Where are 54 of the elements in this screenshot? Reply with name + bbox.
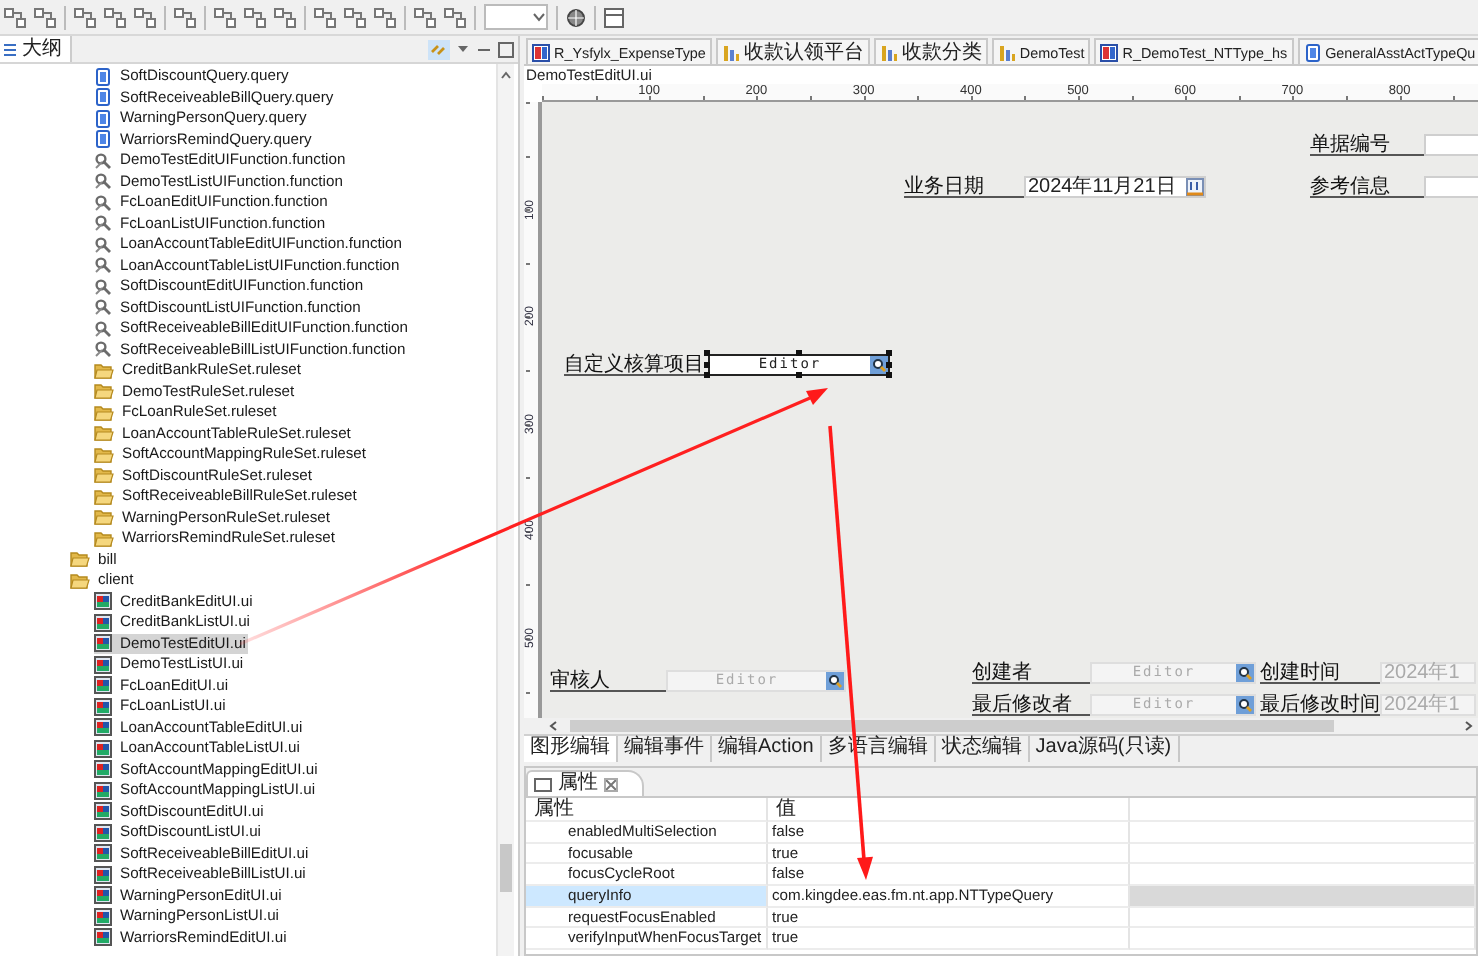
horizontal-scrollbar[interactable] [524,718,1478,734]
scroll-up-icon[interactable] [500,70,512,80]
folder-icon [94,508,114,527]
resize-handle[interactable] [795,372,801,378]
view-tab[interactable]: 编辑Action [712,736,822,762]
scrollbar-thumb[interactable] [500,844,512,892]
diagram-icon[interactable] [34,7,56,27]
folder-icon [94,403,114,422]
caret-icon [532,12,546,22]
folder-icon [70,550,90,569]
folder-icon [94,361,114,380]
folder-icon [70,571,90,590]
diagram-icon[interactable] [74,7,96,27]
scroll-right-icon[interactable] [1464,720,1474,732]
scrollbar-thumb[interactable] [570,720,1334,732]
diagram-icon[interactable] [134,7,156,27]
view-menu-icon[interactable] [456,44,470,54]
diagram-icon[interactable] [4,7,26,27]
view-tab[interactable]: 编辑事件 [618,736,712,762]
close-icon[interactable] [604,777,618,791]
layout-icon[interactable] [604,7,624,27]
search-icon[interactable] [870,356,888,374]
editor-tab[interactable]: 收款认领平台 [715,38,870,64]
folder-icon [94,445,114,464]
bar-chart-icon [721,43,740,61]
panel-icon [534,777,552,791]
document-icon [1303,43,1322,61]
diagram-icon[interactable] [104,7,126,27]
bar-chart-icon [879,43,898,61]
report-icon [532,43,550,61]
maximize-icon[interactable] [498,41,514,57]
folder-icon [94,529,114,548]
calendar-icon[interactable] [1186,178,1204,196]
column-header: 属性 [526,798,768,822]
view-tab[interactable]: 状态编辑 [935,736,1030,762]
folder-icon [94,424,114,443]
scroll-left-icon[interactable] [548,720,558,732]
view-tab[interactable]: 图形编辑 [524,736,618,762]
outline-tab[interactable]: 大纲 [0,36,72,62]
report-icon [1100,43,1119,61]
editor-tab[interactable]: 收款分类 [873,38,988,64]
globe-icon[interactable] [566,7,586,27]
folder-icon [94,466,114,485]
scrollbar[interactable] [496,64,514,956]
date-field[interactable]: 2024年11月21日 [1024,176,1206,198]
bar-chart-icon [997,43,1016,61]
folder-icon [94,487,114,506]
properties-tab[interactable]: 属性 [526,770,644,796]
resize-handle[interactable] [795,350,801,356]
view-tab[interactable]: Java源码(只读) [1029,736,1180,762]
column-header: 值 [768,798,1130,822]
folder-icon [94,382,114,401]
link-icon[interactable] [428,39,450,59]
list-icon [2,41,18,57]
